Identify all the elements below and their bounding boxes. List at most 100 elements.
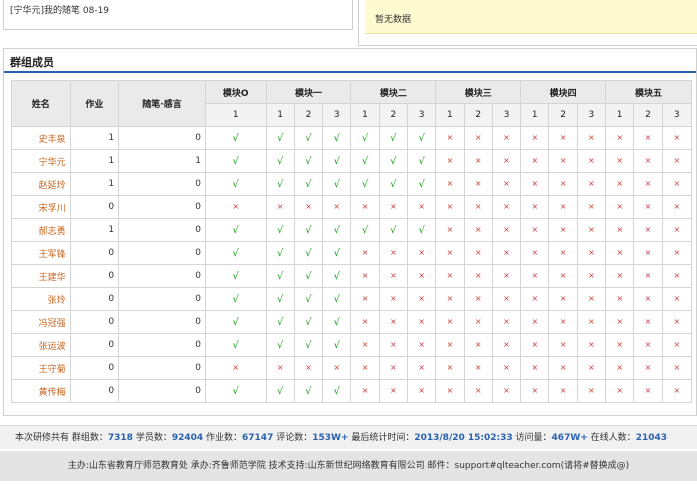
check-icon: √: [232, 224, 239, 236]
module-status-cell: √: [378, 126, 408, 150]
header-row: 姓名 作业 随笔·感言 模块O 模块一 模块二 模块三 模块四 模块五: [11, 80, 692, 127]
module-status-cell: ×: [322, 195, 352, 219]
module-status-cell: √: [204, 379, 267, 403]
member-name-link[interactable]: 王建华: [11, 264, 71, 288]
cross-icon: ×: [559, 225, 567, 234]
diary-link[interactable]: [宁华元]我的随笔 08-19: [10, 3, 109, 16]
module-status-cell: ×: [491, 149, 522, 173]
cross-icon: ×: [559, 202, 567, 211]
check-icon: √: [232, 385, 239, 397]
cross-icon: ×: [588, 248, 595, 257]
check-icon: √: [276, 270, 284, 282]
module-status-cell: ×: [491, 126, 522, 150]
stat-label: 访问量：: [512, 433, 552, 443]
module-status-cell: ×: [463, 310, 493, 334]
member-name-link[interactable]: 张玲: [11, 287, 71, 311]
module-status-cell: ×: [633, 287, 663, 311]
cross-icon: ×: [644, 179, 652, 188]
check-icon: √: [333, 224, 340, 236]
cross-icon: ×: [503, 294, 510, 303]
cross-icon: ×: [531, 179, 539, 188]
cross-icon: ×: [559, 248, 567, 257]
member-name-link[interactable]: 史丰泉: [11, 126, 71, 150]
module-status-cell: ×: [548, 287, 578, 311]
member-name-link[interactable]: 郝志勇: [11, 218, 71, 242]
module-status-cell: ×: [435, 241, 465, 265]
member-name-link[interactable]: 宁华元: [11, 149, 71, 173]
module-status-cell: ×: [406, 356, 437, 380]
subheader-module-2-3: 3: [406, 103, 437, 127]
homework-count: 1: [69, 126, 120, 150]
cross-icon: ×: [446, 156, 454, 165]
check-icon: √: [232, 132, 239, 144]
cross-icon: ×: [531, 294, 539, 303]
module-status-cell: ×: [293, 195, 324, 219]
table-row: 王守菊 0 0 × × × × × × × × × × × × × × × ×: [11, 356, 693, 380]
check-icon: √: [305, 270, 312, 282]
member-name-link[interactable]: 张运波: [11, 333, 71, 357]
module-status-cell: ×: [406, 310, 437, 334]
module-status-cell: ×: [406, 264, 437, 288]
member-name-link[interactable]: 宋孚川: [11, 195, 71, 219]
check-icon: √: [276, 224, 284, 236]
module-status-cell: ×: [378, 379, 408, 403]
check-icon: √: [305, 178, 312, 190]
cross-icon: ×: [673, 317, 681, 326]
cross-icon: ×: [616, 317, 624, 326]
module-status-cell: √: [265, 264, 295, 288]
members-table-body: 史丰泉 1 0 √ √ √ √ √ √ √ × × × × × × × × × 宁华元 1 1 √ √ √ √ √ √ √ × × × × × × ×…: [11, 126, 693, 403]
module-status-cell: ×: [661, 379, 693, 403]
member-name-link[interactable]: 冯冠强: [11, 310, 71, 334]
member-name-link[interactable]: 赵延玲: [11, 172, 71, 196]
cross-icon: ×: [503, 179, 510, 188]
essay-count: 0: [118, 218, 206, 242]
module-status-cell: ×: [491, 287, 522, 311]
module-status-cell: ×: [633, 333, 663, 357]
stat-value: 153W+: [312, 433, 349, 443]
stat-value: 2013/8/20 15:02:33: [414, 433, 513, 443]
cross-icon: ×: [588, 133, 595, 142]
member-name-link[interactable]: 王守菊: [11, 356, 71, 380]
module-status-cell: ×: [265, 356, 295, 380]
cross-icon: ×: [361, 248, 369, 257]
cross-icon: ×: [389, 340, 397, 349]
check-icon: √: [305, 293, 312, 305]
module-status-cell: ×: [520, 241, 550, 265]
module-status-cell: ×: [435, 379, 465, 403]
module-status-cell: √: [204, 287, 267, 311]
cross-icon: ×: [418, 294, 425, 303]
module-status-cell: ×: [548, 149, 578, 173]
member-name-link[interactable]: 王军锋: [11, 241, 71, 265]
essay-count: 0: [118, 264, 206, 288]
module-status-cell: ×: [378, 241, 408, 265]
cross-icon: ×: [673, 225, 681, 234]
module-status-cell: ×: [378, 264, 408, 288]
module-status-cell: ×: [520, 333, 550, 357]
table-row: 王军锋 0 0 √ √ √ √ × × × × × × × × × × × ×: [11, 241, 693, 265]
stat-value: 467W+: [551, 433, 588, 443]
module-status-cell: ×: [463, 241, 493, 265]
module-status-cell: ×: [463, 379, 493, 403]
module-status-cell: ×: [605, 287, 635, 311]
module-status-cell: ×: [435, 356, 465, 380]
module-status-cell: ×: [605, 149, 635, 173]
cross-icon: ×: [361, 294, 369, 303]
module-status-cell: √: [378, 172, 408, 196]
essay-count: 0: [118, 172, 206, 196]
cross-icon: ×: [673, 294, 681, 303]
check-icon: √: [232, 247, 239, 259]
site-stats-bar: 本次研修共有 群组数：7318 学员数：92404 作业数：67147 评论数：…: [0, 425, 697, 449]
module-status-cell: √: [265, 310, 295, 334]
cross-icon: ×: [389, 271, 397, 280]
module-status-cell: ×: [661, 241, 693, 265]
subheader-module-1-3: 3: [322, 103, 352, 127]
check-icon: √: [305, 385, 312, 397]
check-icon: √: [276, 385, 284, 397]
module-status-cell: ×: [605, 356, 635, 380]
essay-count: 0: [118, 356, 206, 380]
module-status-cell: ×: [633, 218, 663, 242]
header-module-3: 模块三: [435, 80, 522, 104]
module-status-cell: ×: [661, 126, 693, 150]
member-name-link[interactable]: 黄传梅: [11, 379, 71, 403]
panel-title: 群组成员: [10, 56, 54, 69]
